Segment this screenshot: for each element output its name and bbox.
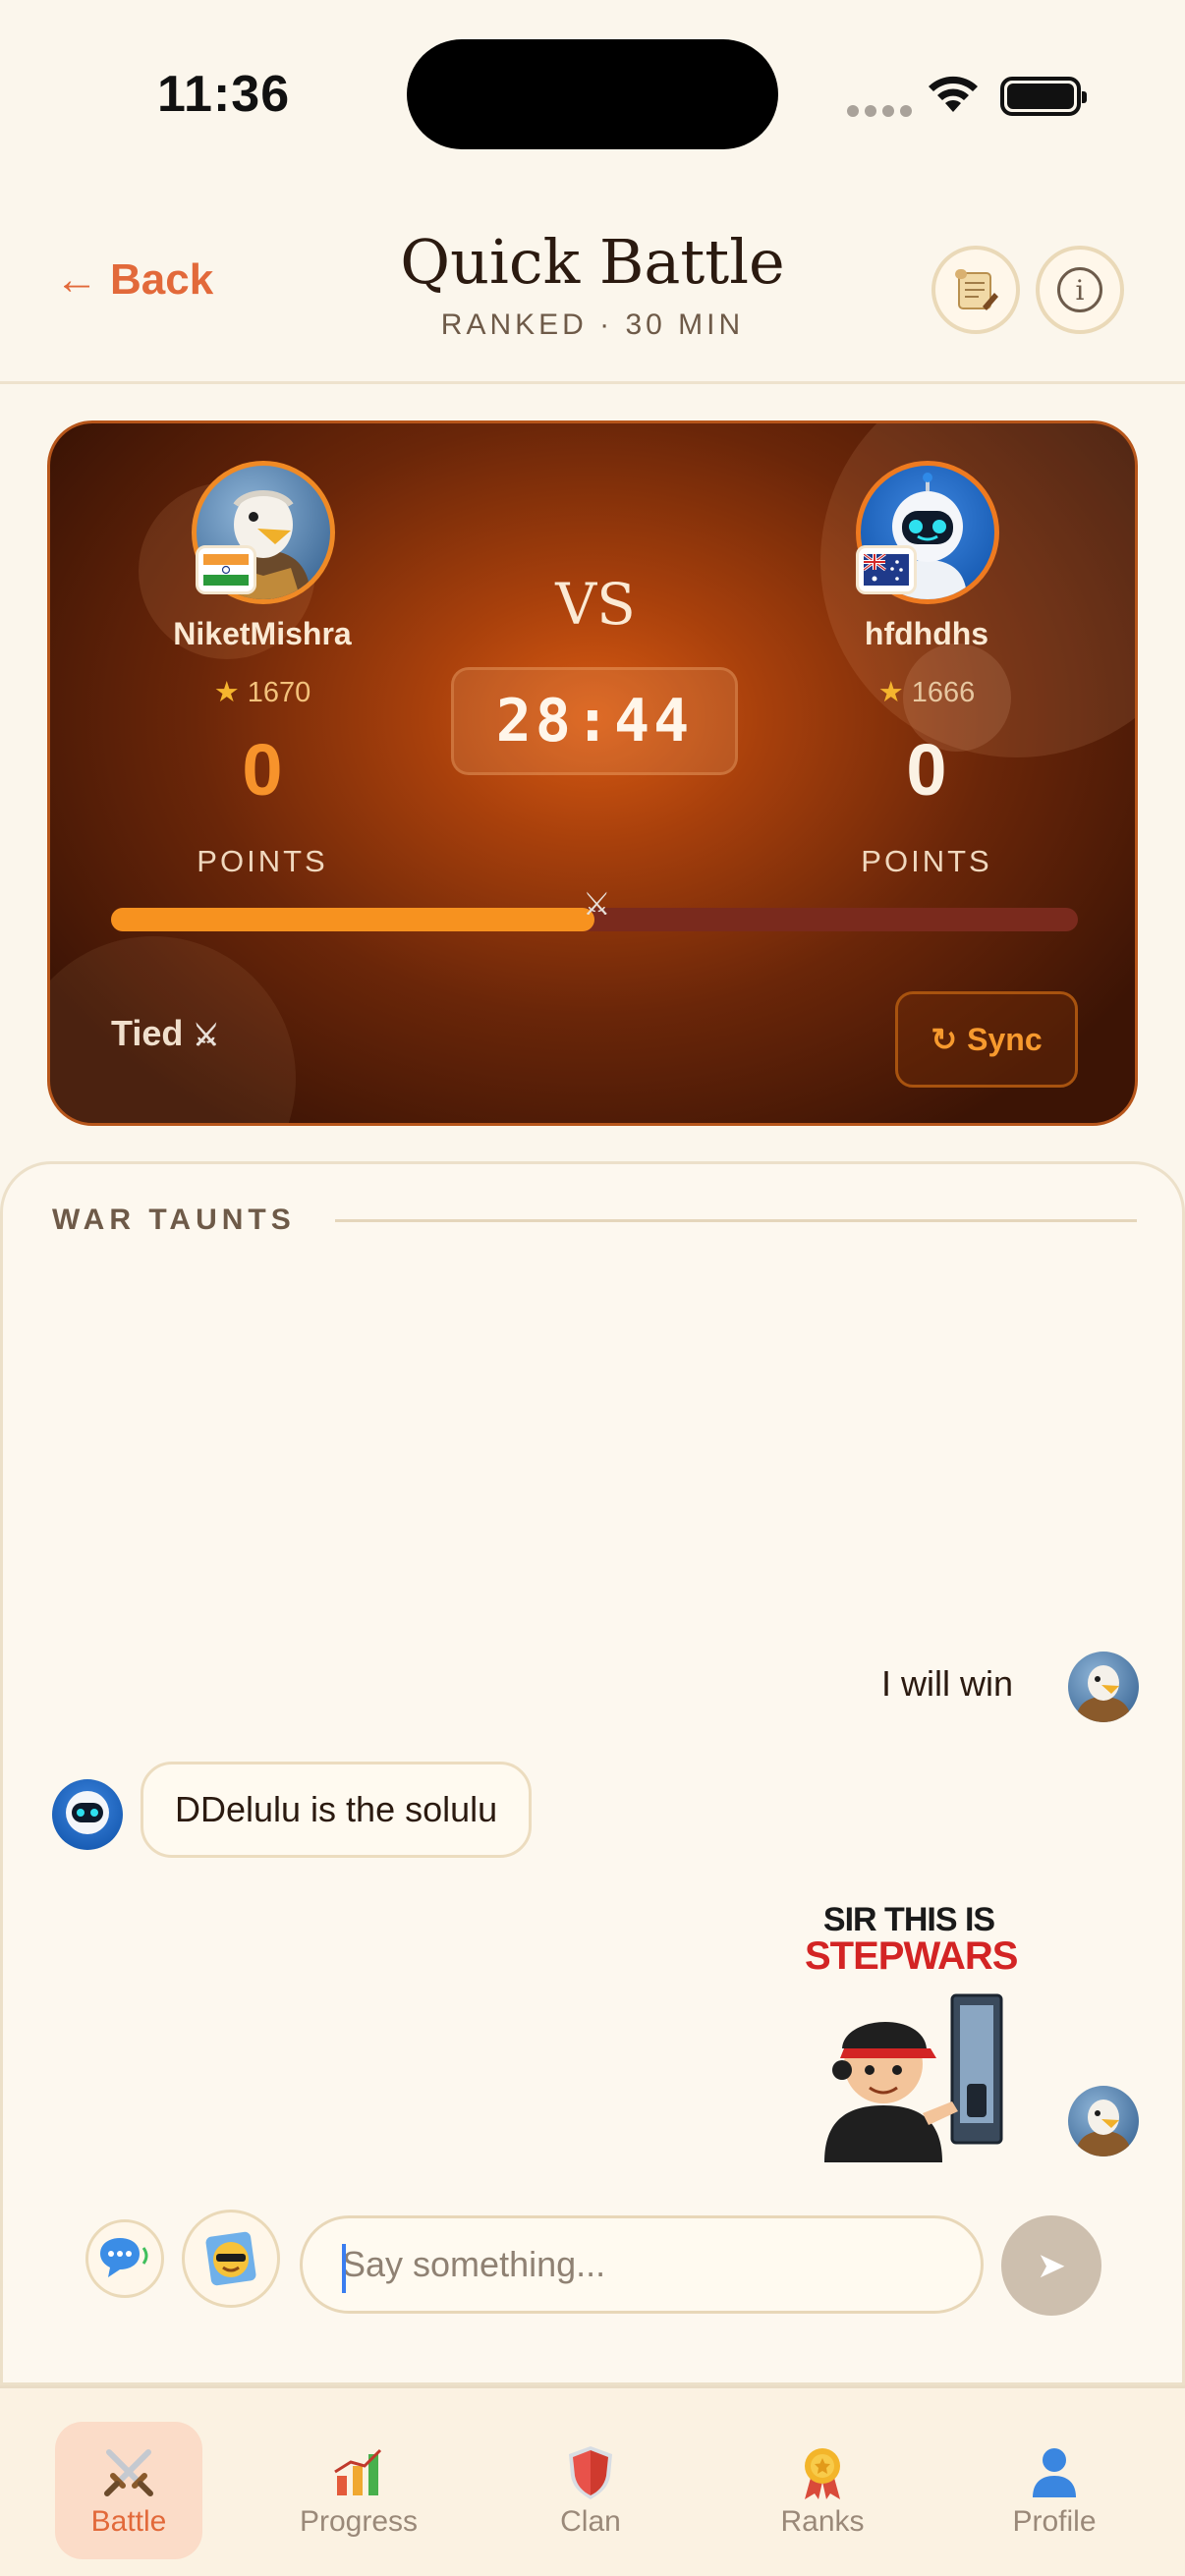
battery-icon [1000, 77, 1087, 116]
star-icon: ★ [213, 677, 240, 708]
speech-bubble-icon [100, 2238, 148, 2277]
sync-label: Sync [967, 1021, 1043, 1057]
player2-rating: ★ 1666 [779, 675, 1074, 709]
crossed-swords-icon: ⚔ [583, 885, 611, 923]
tab-ranks[interactable]: Ranks [749, 2422, 896, 2559]
tab-clan-label: Clan [560, 2505, 621, 2538]
sticker-message: SIR THIS IS STEPWARS [805, 1901, 1018, 2162]
player2-points-label: POINTS [861, 844, 992, 878]
status-bar: 11:36 [0, 0, 1185, 187]
battle-timer: 28:44 [451, 667, 738, 775]
player1-rating: ★ 1670 [115, 675, 410, 709]
shield-icon [569, 2446, 612, 2499]
tab-ranks-label: Ranks [780, 2505, 865, 2538]
crossed-swords-icon [104, 2449, 153, 2496]
player1-flag [196, 545, 256, 594]
tab-battle-label: Battle [90, 2505, 167, 2538]
person-icon [1033, 2448, 1076, 2497]
vs-label: VS [555, 571, 636, 638]
quick-taunts-button[interactable] [85, 2219, 164, 2298]
chat-panel: WAR TAUNTS I will win DDelulu is the sol… [0, 1161, 1185, 2385]
player1-name: NiketMishra [173, 616, 352, 651]
text-cursor [342, 2244, 346, 2293]
chat-message-opponent: DDelulu is the solulu [141, 1762, 533, 1858]
battle-status: Tied ⚔ [111, 1013, 219, 1054]
wifi-icon [929, 76, 978, 112]
emoji-sticker-icon [205, 2231, 256, 2286]
info-button[interactable]: i [1036, 246, 1124, 334]
tab-clan[interactable]: Clan [517, 2422, 664, 2559]
rules-button[interactable] [931, 246, 1020, 334]
header-divider [0, 381, 1185, 384]
message-input[interactable] [303, 2218, 981, 2311]
sync-button[interactable]: ↻ Sync [895, 991, 1078, 1088]
player2-flag [856, 545, 917, 594]
sticker-line2: STEPWARS [805, 1934, 1018, 1978]
medal-icon [805, 2448, 840, 2499]
player2-score: 0 [906, 729, 947, 811]
my-avatar [1068, 1652, 1139, 1722]
opponent-avatar [52, 1779, 123, 1850]
my-avatar [1068, 2086, 1139, 2156]
section-title: WAR TAUNTS [52, 1204, 296, 1236]
star-icon: ★ [877, 677, 904, 708]
stepwars-mascot-icon [824, 1993, 1003, 2162]
player1-score: 0 [242, 729, 283, 811]
eagle-icon [1076, 2100, 1131, 2156]
send-icon: ➤ [1036, 2245, 1067, 2286]
player2-name: hfdhdhs [864, 616, 989, 651]
chat-message-me: I will win [880, 1663, 1013, 1704]
refresh-icon: ↻ [931, 1022, 958, 1057]
scroll-icon [955, 269, 998, 310]
sticker-picker-button[interactable] [182, 2210, 280, 2308]
tab-progress[interactable]: Progress [285, 2422, 432, 2559]
bottom-nav: Battle Progress Clan Ranks Profile [0, 2385, 1185, 2576]
section-divider [335, 1219, 1137, 1222]
status-time: 11:36 [157, 66, 291, 123]
tab-progress-label: Progress [299, 2505, 419, 2538]
tab-battle[interactable]: Battle [55, 2422, 202, 2559]
score-progress-fill [111, 908, 594, 931]
tab-profile-label: Profile [1012, 2505, 1097, 2538]
eagle-icon [1076, 1665, 1131, 1722]
tab-profile[interactable]: Profile [981, 2422, 1128, 2559]
battle-status-label: Tied [111, 1013, 184, 1053]
bar-chart-icon [334, 2448, 382, 2495]
send-button[interactable]: ➤ [1001, 2215, 1101, 2316]
info-icon: i [1057, 267, 1102, 312]
player1-points-label: POINTS [197, 844, 328, 878]
dynamic-island [407, 39, 778, 149]
player1-rating-value: 1670 [247, 677, 311, 708]
robot-icon [66, 1791, 109, 1834]
player2-rating-value: 1666 [911, 677, 976, 708]
crossed-swords-icon: ⚔ [193, 1020, 220, 1052]
battle-card: NiketMishra ★ 1670 0 POINTS VS 28:44 hfd… [47, 420, 1138, 1126]
signal-icon [847, 102, 918, 121]
header: ← Back Quick Battle RANKED · 30 MIN i [0, 226, 1185, 383]
message-input-wrapper[interactable] [300, 2215, 984, 2314]
